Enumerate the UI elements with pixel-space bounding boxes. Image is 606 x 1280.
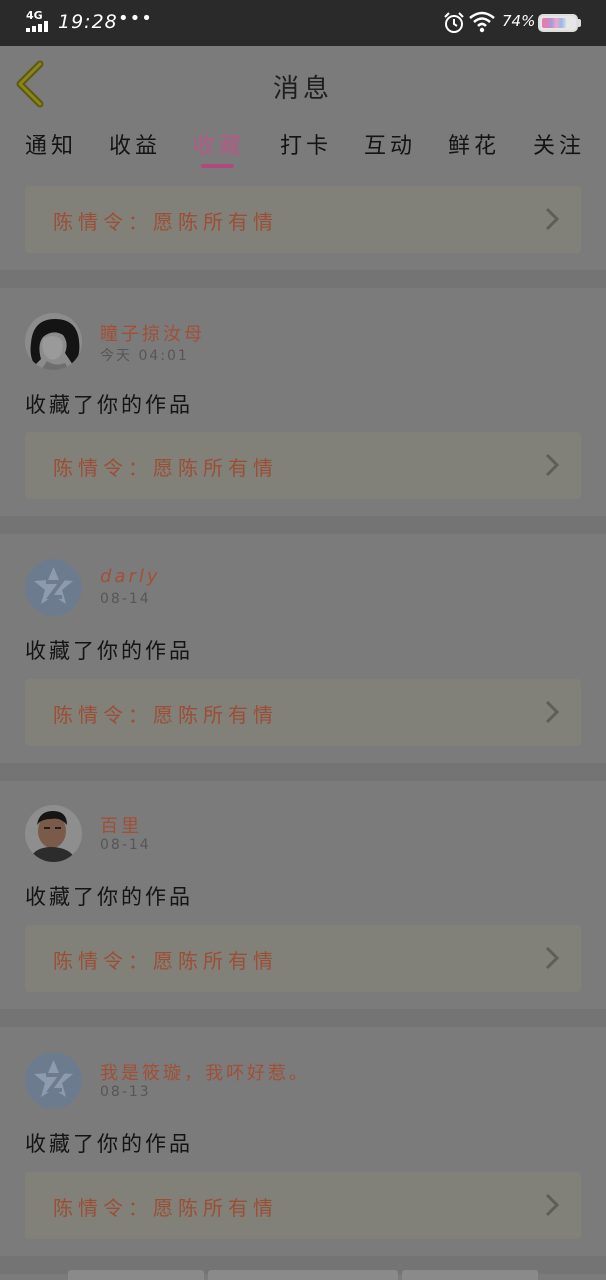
work-link[interactable]: 陈情令：愿陈所有情 [25,186,581,253]
battery-level-fill [542,18,566,28]
work-title: 陈情令：愿陈所有情 [53,1196,278,1220]
work-title: 陈情令：愿陈所有情 [53,949,278,973]
tab-favorites[interactable]: 收藏 [193,128,245,160]
clock: 19:28 [58,11,118,33]
action-text: 收藏了你的作品 [25,885,193,909]
battery-tip [578,19,581,27]
work-link[interactable]: 陈情令：愿陈所有情 [25,679,581,746]
network-type: 4G [26,9,43,22]
work-title: 陈情令：愿陈所有情 [53,210,278,234]
work-link[interactable]: 陈情令：愿陈所有情 [25,432,581,499]
alarm-icon [444,12,464,33]
tab-notifications[interactable]: 通知 [25,128,77,160]
message-feed[interactable]: 陈情令：愿陈所有情 瞳子掠汝母 今天 04:01 收藏了你的作品 陈情令：愿陈所… [0,174,606,1280]
more-notifications-icon: ••• [118,8,153,29]
work-title: 陈情令：愿陈所有情 [53,703,278,727]
chevron-right-icon [545,1193,559,1217]
action-text: 收藏了你的作品 [25,1132,193,1156]
work-title: 陈情令：愿陈所有情 [53,456,278,480]
timestamp: 今天 04:01 [100,348,189,364]
battery-icon [538,14,578,32]
status-bar: 4G 19:28 ••• 74% [0,0,606,46]
header: 消息 [0,46,606,122]
action-text: 收藏了你的作品 [25,639,193,663]
tab-follows[interactable]: 关注 [533,128,585,160]
default-avatar-icon [25,559,82,616]
avatar[interactable] [25,805,82,862]
username[interactable]: 瞳子掠汝母 [100,320,205,346]
sketch-avatar-icon [25,313,82,370]
username[interactable]: 百里 [100,812,142,838]
timestamp: 08-13 [100,1084,151,1100]
chevron-right-icon [545,946,559,970]
page-title: 消息 [272,74,333,104]
action-text: 收藏了你的作品 [25,393,193,417]
avatar[interactable] [25,559,82,616]
battery-percent: 74% [502,12,536,30]
wifi-icon [469,11,495,33]
tab-flowers[interactable]: 鲜花 [448,128,500,160]
username[interactable]: 我是筱璇，我吥好惹。 [100,1059,310,1085]
default-avatar-icon [25,1052,82,1109]
work-link[interactable]: 陈情令：愿陈所有情 [25,1172,581,1239]
tab-checkin[interactable]: 打卡 [280,128,332,160]
avatar[interactable] [25,313,82,370]
divider [0,516,606,534]
photo-avatar-icon [25,805,82,862]
avatar[interactable] [25,1052,82,1109]
divider [0,270,606,288]
tab-bar: 通知 收益 收藏 打卡 互动 鲜花 关注 [0,124,606,172]
work-link[interactable]: 陈情令：愿陈所有情 [25,925,581,992]
timestamp: 08-14 [100,837,151,853]
bottom-sheet-edge [68,1270,204,1280]
active-tab-indicator [201,164,234,168]
chevron-right-icon [545,453,559,477]
timestamp: 08-14 [100,591,151,607]
chevron-right-icon [545,207,559,231]
divider [0,1009,606,1027]
bottom-sheet-edge [402,1270,538,1280]
tab-earnings[interactable]: 收益 [109,128,161,160]
divider [0,763,606,781]
signal-icon [26,21,52,32]
username[interactable]: darly [100,566,161,587]
chevron-right-icon [545,700,559,724]
bottom-sheet-edge [208,1270,398,1280]
tab-interaction[interactable]: 互动 [364,128,416,160]
